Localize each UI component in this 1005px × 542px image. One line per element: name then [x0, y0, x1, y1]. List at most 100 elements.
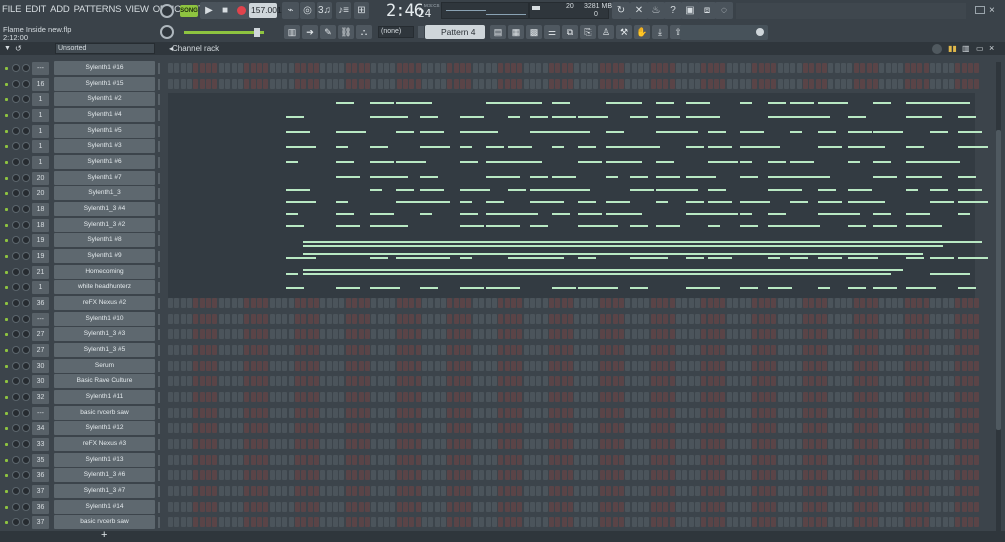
step-button[interactable]: [275, 329, 281, 339]
step-button[interactable]: [860, 392, 866, 402]
step-button[interactable]: [358, 423, 364, 433]
step-button[interactable]: [904, 376, 910, 386]
step-button[interactable]: [650, 345, 656, 355]
step-button[interactable]: [961, 392, 967, 402]
step-button[interactable]: [961, 517, 967, 527]
step-button[interactable]: [364, 470, 370, 480]
step-button[interactable]: [898, 392, 904, 402]
step-button[interactable]: [726, 361, 732, 371]
step-button[interactable]: [625, 502, 631, 512]
channel-mixer-track[interactable]: 1: [32, 140, 49, 153]
step-button[interactable]: [764, 392, 770, 402]
step-button[interactable]: [885, 470, 891, 480]
step-button[interactable]: [542, 298, 548, 308]
step-button[interactable]: [631, 79, 637, 89]
link-icon[interactable]: ⛓: [338, 25, 354, 39]
step-button[interactable]: [726, 63, 732, 73]
channel-name-button[interactable]: Homecoming: [54, 265, 155, 279]
step-button[interactable]: [250, 314, 256, 324]
step-button[interactable]: [796, 502, 802, 512]
step-button[interactable]: [891, 408, 897, 418]
channel-name-button[interactable]: Sylenth1 #2: [54, 92, 155, 106]
step-button[interactable]: [637, 455, 643, 465]
step-button[interactable]: [428, 470, 434, 480]
step-button[interactable]: [796, 455, 802, 465]
step-button[interactable]: [942, 455, 948, 465]
step-button[interactable]: [168, 376, 173, 386]
step-button[interactable]: [168, 314, 173, 324]
step-button[interactable]: [529, 329, 535, 339]
step-button[interactable]: [237, 361, 243, 371]
step-button[interactable]: [447, 502, 453, 512]
step-button[interactable]: [402, 408, 408, 418]
step-button[interactable]: [510, 314, 516, 324]
step-button[interactable]: [168, 470, 173, 480]
step-button[interactable]: [180, 298, 186, 308]
channel-mute-led[interactable]: [5, 286, 8, 289]
step-button[interactable]: [695, 439, 700, 449]
step-button[interactable]: [955, 361, 961, 371]
channel-pan-knob[interactable]: [12, 330, 20, 338]
channel-select-indicator[interactable]: [158, 141, 160, 152]
step-button[interactable]: [282, 423, 288, 433]
step-button[interactable]: [345, 470, 351, 480]
step-button[interactable]: [453, 423, 459, 433]
step-button[interactable]: [701, 361, 707, 371]
step-button[interactable]: [396, 79, 402, 89]
step-button[interactable]: [517, 79, 523, 89]
step-button[interactable]: [358, 361, 364, 371]
step-button[interactable]: [282, 298, 288, 308]
step-button[interactable]: [549, 314, 554, 324]
step-button[interactable]: [682, 361, 688, 371]
step-button[interactable]: [231, 423, 237, 433]
step-button[interactable]: [479, 486, 485, 496]
step-button[interactable]: [853, 423, 859, 433]
step-button[interactable]: [314, 517, 319, 527]
step-button[interactable]: [771, 314, 777, 324]
step-button[interactable]: [383, 439, 389, 449]
step-button[interactable]: [402, 79, 408, 89]
channel-mute-led[interactable]: [5, 177, 8, 180]
step-button[interactable]: [206, 314, 212, 324]
step-button[interactable]: [434, 63, 440, 73]
step-button[interactable]: [199, 455, 205, 465]
step-button[interactable]: [434, 486, 440, 496]
step-button[interactable]: [764, 470, 770, 480]
step-button[interactable]: [415, 408, 421, 418]
step-button[interactable]: [733, 392, 739, 402]
step-button[interactable]: [282, 502, 288, 512]
step-button[interactable]: [968, 502, 974, 512]
step-button[interactable]: [517, 361, 523, 371]
step-button[interactable]: [872, 298, 878, 308]
channel-mute-led[interactable]: [5, 239, 8, 242]
step-button[interactable]: [587, 298, 593, 308]
step-button[interactable]: [644, 502, 650, 512]
channel-pan-knob[interactable]: [12, 252, 20, 260]
step-button[interactable]: [345, 455, 351, 465]
step-button[interactable]: [269, 298, 275, 308]
step-button[interactable]: [345, 314, 351, 324]
step-button[interactable]: [504, 63, 510, 73]
step-button[interactable]: [650, 502, 656, 512]
step-button[interactable]: [479, 79, 485, 89]
step-button[interactable]: [599, 502, 605, 512]
step-button[interactable]: [225, 470, 231, 480]
step-button[interactable]: [707, 329, 713, 339]
step-button[interactable]: [904, 361, 910, 371]
step-button[interactable]: [409, 470, 415, 480]
step-button[interactable]: [371, 376, 377, 386]
step-button[interactable]: [961, 470, 967, 480]
step-button[interactable]: [910, 486, 916, 496]
step-button[interactable]: [549, 298, 554, 308]
step-button[interactable]: [879, 329, 885, 339]
channel-volume-knob[interactable]: [22, 205, 30, 213]
step-button[interactable]: [910, 470, 916, 480]
step-button[interactable]: [955, 79, 961, 89]
step-button[interactable]: [168, 345, 173, 355]
step-button[interactable]: [688, 329, 694, 339]
step-button[interactable]: [447, 439, 453, 449]
step-button[interactable]: [707, 502, 713, 512]
step-button[interactable]: [174, 298, 180, 308]
step-button[interactable]: [612, 345, 618, 355]
step-button[interactable]: [568, 423, 573, 433]
